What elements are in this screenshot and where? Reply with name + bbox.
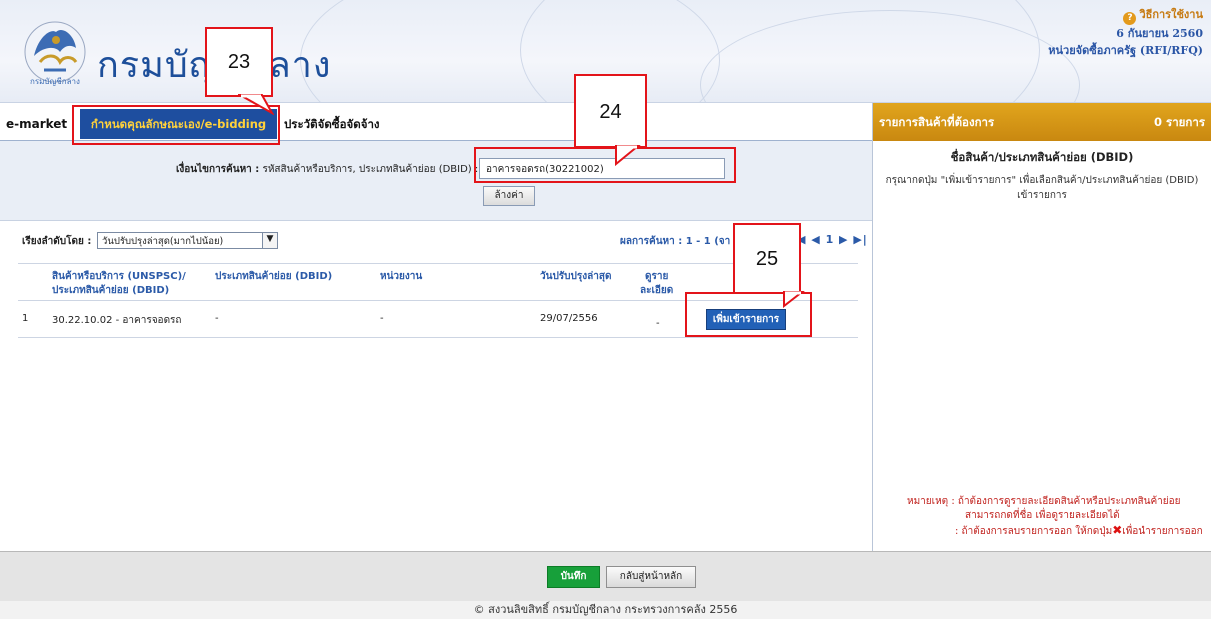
remove-x-icon: ✖	[1112, 523, 1123, 537]
panel-note-line1: หมายเหตุ : ถ้าต้องการดูรายละเอียดสินค้าห…	[907, 496, 1181, 507]
sort-select-value: วันปรับปรุงล่าสุด(มากไปน้อย)	[102, 236, 224, 247]
search-label-rest: รหัสสินค้าหรือบริการ, ประเภทสินค้าย่อย (…	[262, 164, 479, 175]
help-label[interactable]: วิธีการใช้งาน	[1139, 8, 1203, 21]
clear-button[interactable]: ล้างค่า	[483, 186, 535, 206]
panel-header: รายการสินค้าที่ต้องการ 0 รายการ	[873, 103, 1211, 141]
help-link[interactable]: ? วิธีการใช้งาน	[1048, 6, 1203, 25]
tab-procurement-history[interactable]: ประวัติจัดซื้อจัดจ้าง	[284, 109, 380, 139]
col-header-subtype: ประเภทสินค้าย่อย (DBID)	[215, 271, 333, 282]
pagination[interactable]: ◀ ◀ 1 ▶ ▶|	[797, 233, 868, 246]
sort-select[interactable]: วันปรับปรุงล่าสุด(มากไปน้อย) ▼	[97, 232, 278, 249]
panel-hint-line2: เข้ารายการ	[1017, 190, 1067, 201]
panel-note-line3-a: : ถ้าต้องการลบรายการออก ให้กดปุ่ม	[955, 526, 1113, 537]
callout-tail	[615, 145, 641, 166]
back-home-button[interactable]: กลับสู่หน้าหลัก	[606, 566, 696, 588]
chevron-down-icon[interactable]: ▼	[262, 233, 277, 248]
row-detail: -	[656, 318, 660, 329]
panel-note-line2: สามารถกดที่ชื่อ เพื่อดูรายละเอียดได้	[965, 510, 1120, 521]
col-header-updated: วันปรับปรุงล่าสุด	[540, 271, 612, 282]
col-header-product-line1: สินค้าหรือบริการ (UNSPSC)/	[52, 271, 186, 282]
panel-note-line3: : ถ้าต้องการลบรายการออก ให้กดปุ่ม✖เพื่อน…	[873, 523, 1211, 539]
panel-hint: กรุณากดปุ่ม "เพิ่มเข้ารายการ" เพื่อเลือก…	[873, 173, 1211, 203]
header-info: ? วิธีการใช้งาน 6 กันยายน 2560 หน่วยจัดซื…	[1048, 6, 1203, 59]
panel-subtitle: ชื่อสินค้า/ประเภทสินค้าย่อย (DBID)	[950, 150, 1134, 164]
result-count: ผลการค้นหา : 1 - 1 (จา	[620, 236, 731, 247]
unit-label: หน่วยจัดซื้อภาครัฐ (RFI/RFQ)	[1048, 44, 1203, 57]
row-subtype: -	[215, 313, 219, 324]
row-updated: 29/07/2556	[540, 313, 598, 324]
copyright: © สงวนลิขสิทธิ์ กรมบัญชีกลาง กระทรวงการค…	[0, 601, 1211, 619]
row-agency: -	[380, 313, 384, 324]
row-product[interactable]: 30.22.10.02 - อาคารจอดรถ	[52, 313, 181, 328]
help-icon: ?	[1123, 12, 1137, 25]
callout-highlight-24	[474, 147, 736, 183]
search-label: เงื่อนไขการค้นหา : รหัสสินค้าหรือบริการ,…	[176, 162, 478, 177]
tab-e-market[interactable]: e-market	[6, 109, 67, 139]
current-date: 6 กันยายน 2560	[1116, 27, 1203, 40]
save-button[interactable]: บันทึก	[547, 566, 600, 588]
panel-title: รายการสินค้าที่ต้องการ	[879, 115, 995, 129]
col-header-agency: หน่วยงาน	[380, 271, 423, 282]
col-header-product: สินค้าหรือบริการ (UNSPSC)/ ประเภทสินค้าย…	[52, 270, 186, 298]
cgd-logo-icon: กรมบัญชีกลาง	[24, 21, 86, 86]
panel-note: หมายเหตุ : ถ้าต้องการดูรายละเอียดสินค้าห…	[873, 495, 1211, 539]
callout-25: 25	[733, 223, 801, 294]
panel-count: 0 รายการ	[1154, 115, 1205, 129]
selected-items-panel: รายการสินค้าที่ต้องการ 0 รายการ ชื่อสินค…	[872, 103, 1211, 551]
col-header-detail-line2: ละเอียด	[640, 285, 674, 296]
callout-24: 24	[574, 74, 647, 148]
callout-23: 23	[205, 27, 273, 97]
callout-tail	[238, 94, 275, 115]
sort-label: เรียงลำดับโดย :	[22, 236, 92, 247]
col-header-detail-line1: ดูราย	[644, 271, 669, 282]
callout-tail	[783, 291, 805, 308]
col-header-product-line2: ประเภทสินค้าย่อย (DBID)	[52, 285, 170, 296]
svg-text:กรมบัญชีกลาง: กรมบัญชีกลาง	[30, 77, 80, 86]
panel-hint-line1: กรุณากดปุ่ม "เพิ่มเข้ารายการ" เพื่อเลือก…	[885, 175, 1199, 186]
table-divider	[18, 263, 858, 264]
col-header-detail: ดูราย ละเอียด	[640, 270, 673, 298]
row-number: 1	[22, 313, 29, 324]
search-label-bold: เงื่อนไขการค้นหา :	[176, 164, 260, 175]
table-divider	[18, 337, 858, 338]
panel-note-line3-b: เพื่อนำรายการออก	[1122, 526, 1203, 537]
search-panel: เงื่อนไขการค้นหา : รหัสสินค้าหรือบริการ,…	[0, 141, 872, 221]
